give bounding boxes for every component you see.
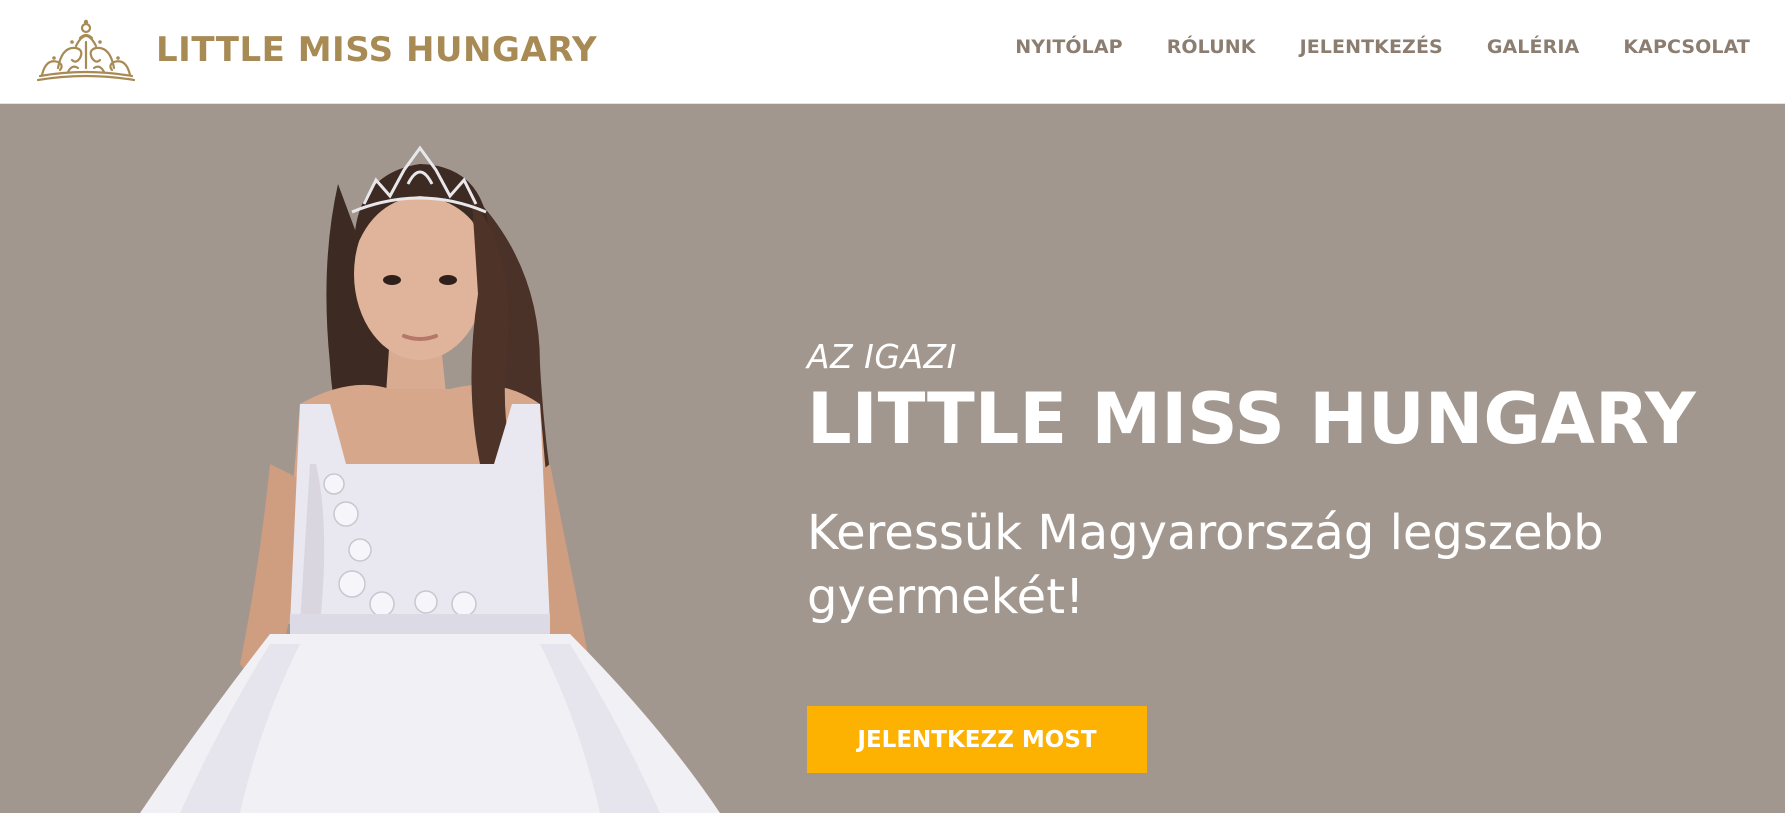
nav-item-nyitolap[interactable]: NYITÓLAP [1015,36,1122,58]
nav-item-jelentkezes[interactable]: JELENTKEZÉS [1300,36,1443,58]
tiara-icon [36,19,136,82]
hero-title: LITTLE MISS HUNGARY [807,378,1696,460]
nav-item-kapcsolat[interactable]: KAPCSOLAT [1623,36,1750,58]
nav-item-rolunk[interactable]: RÓLUNK [1167,36,1256,58]
hero-text-block: AZ IGAZI LITTLE MISS HUNGARY Keressük Ma… [807,340,1707,629]
brand-link[interactable]: LITTLE MISS HUNGARY [34,18,597,84]
hero-section: AZ IGAZI LITTLE MISS HUNGARY Keressük Ma… [0,104,1785,813]
hero-subtitle: Keressük Magyarország legszebb gyermekét… [807,504,1604,625]
hero-kicker: AZ IGAZI [807,337,957,376]
main-nav: NYITÓLAP RÓLUNK JELENTKEZÉS GALÉRIA KAPC… [1015,36,1750,58]
nav-item-galeria[interactable]: GALÉRIA [1487,36,1580,58]
hero-image-girl [140,145,720,813]
site-header: LITTLE MISS HUNGARY NYITÓLAP RÓLUNK JELE… [0,0,1785,104]
apply-now-button[interactable]: JELENTKEZZ MOST [807,706,1147,773]
brand-name: LITTLE MISS HUNGARY [156,30,598,70]
